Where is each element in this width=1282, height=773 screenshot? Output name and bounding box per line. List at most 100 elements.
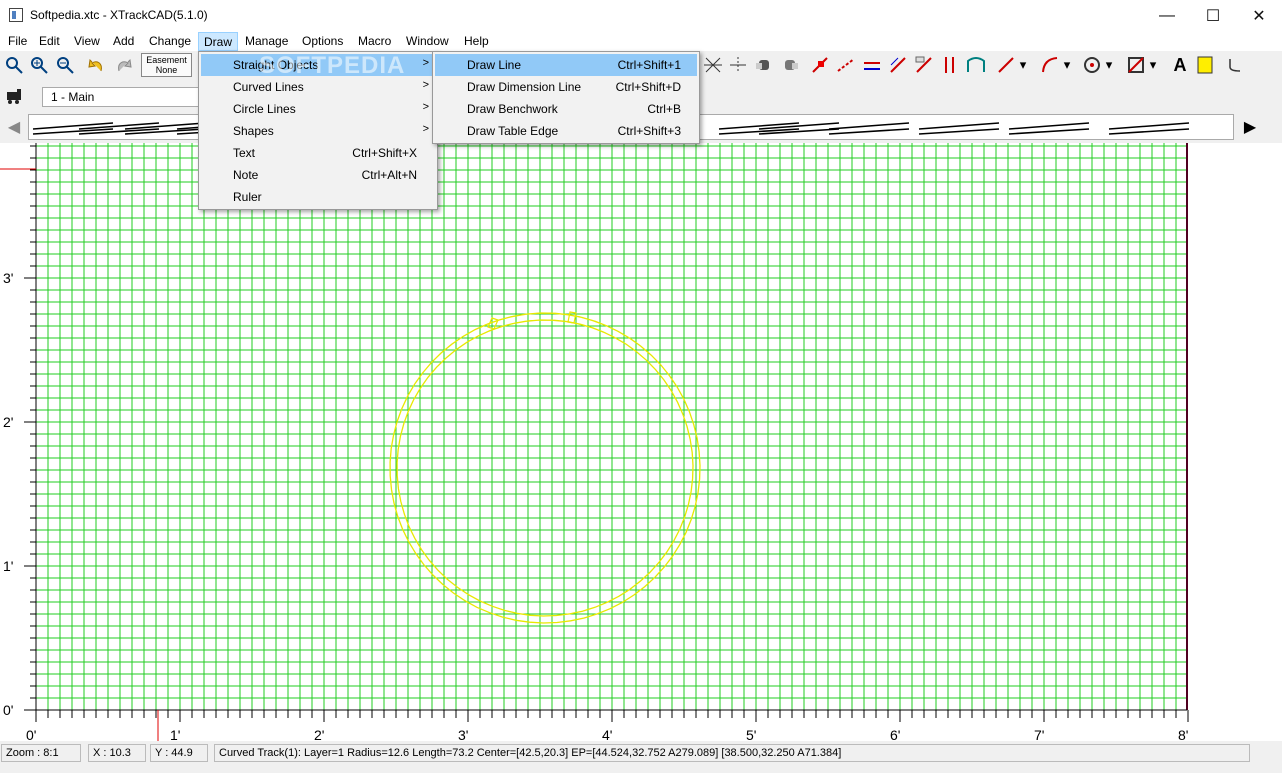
chevron-right-icon: >	[422, 79, 429, 91]
menu-manage[interactable]: Manage	[240, 32, 293, 51]
join-track-icon[interactable]	[726, 53, 750, 77]
turnout-thumbnail	[1008, 128, 1090, 135]
softpedia-watermark: SOFTPEDIA	[259, 52, 406, 79]
menu-add[interactable]: Add	[108, 32, 139, 51]
ruler-label: 3'	[3, 270, 13, 286]
status-bar: Zoom : 8:1 X : 10.3 Y : 44.9 Curved Trac…	[0, 741, 1282, 773]
menu-item-draw-benchwork[interactable]: Draw Benchwork Ctrl+B	[435, 98, 697, 120]
ruler-label: 6'	[890, 727, 900, 741]
turnout-thumbnail	[718, 122, 800, 130]
zoom-in-icon[interactable]	[27, 53, 51, 77]
train-icon[interactable]	[3, 84, 27, 108]
chevron-down-icon[interactable]: ▾	[1016, 53, 1030, 77]
menu-item-label: Draw Line	[467, 58, 522, 72]
zoom-out-icon[interactable]	[53, 53, 77, 77]
ruler-label: 2'	[314, 727, 324, 741]
zoom-readout: Zoom : 8:1	[1, 744, 81, 762]
menu-options[interactable]: Options	[297, 32, 348, 51]
ruler-label: 1'	[3, 558, 13, 574]
menu-view[interactable]: View	[69, 32, 105, 51]
scroll-right-icon[interactable]: ▶	[1237, 114, 1263, 140]
menu-item-label: Draw Dimension Line	[467, 80, 582, 94]
menu-edit[interactable]: Edit	[34, 32, 65, 51]
layout-canvas[interactable]: 0' 1' 2' 3' 4' 5' 6' 7' 8' 0' 1' 2' 3'	[0, 143, 1282, 743]
menu-item-draw-dimension-line[interactable]: Draw Dimension Line Ctrl+Shift+D	[435, 76, 697, 98]
menu-item-shortcut: Ctrl+Shift+3	[617, 124, 681, 138]
ruler-label: 7'	[1034, 727, 1044, 741]
layout-drawing[interactable]: 0' 1' 2' 3' 4' 5' 6' 7' 8' 0' 1' 2' 3'	[0, 143, 1282, 743]
straight-objects-submenu: Draw Line Ctrl+Shift+1 Draw Dimension Li…	[432, 51, 700, 144]
easement-button[interactable]: Easement None	[141, 53, 192, 77]
turnout-thumbnail	[918, 122, 1000, 130]
ruler-icon[interactable]	[1224, 53, 1248, 77]
turnout-thumbnail	[918, 128, 1000, 135]
menu-item-draw-line[interactable]: Draw Line Ctrl+Shift+1	[435, 54, 697, 76]
menu-macro[interactable]: Macro	[353, 32, 396, 51]
menu-window[interactable]: Window	[401, 32, 454, 51]
menu-item-circle-lines[interactable]: Circle Lines >	[201, 98, 435, 120]
x-readout: X : 10.3	[88, 744, 146, 762]
menu-item-label: Note	[233, 168, 259, 182]
ruler-label: 2'	[3, 414, 13, 430]
split-track-icon[interactable]	[701, 53, 725, 77]
menu-item-text[interactable]: Text Ctrl+Shift+X	[201, 142, 435, 164]
tunnel-icon[interactable]	[964, 53, 988, 77]
circle-track-icon[interactable]	[1080, 53, 1104, 77]
move-to-back-icon[interactable]	[752, 53, 776, 77]
menu-help[interactable]: Help	[459, 32, 494, 51]
easement-value: None	[155, 65, 178, 75]
connect-icon[interactable]	[886, 53, 910, 77]
describe-track-icon[interactable]	[808, 53, 832, 77]
ruler-label: 8'	[1178, 727, 1188, 741]
chevron-down-icon[interactable]: ▾	[1102, 53, 1116, 77]
minimize-button[interactable]: —	[1144, 0, 1190, 31]
scroll-left-icon[interactable]: ◀	[1, 114, 27, 140]
zoom-extents-icon[interactable]	[2, 53, 26, 77]
layer-select[interactable]: 1 - Main	[42, 87, 202, 107]
menu-item-shortcut: Ctrl+Shift+X	[352, 146, 417, 160]
menu-item-label: Curved Lines	[233, 80, 304, 94]
maximize-button[interactable]: ☐	[1190, 0, 1236, 31]
curved-track-icon[interactable]	[1038, 53, 1062, 77]
menu-file[interactable]: File	[3, 32, 32, 51]
redo-icon[interactable]	[111, 53, 135, 77]
ruler-label: 0'	[3, 702, 13, 718]
app-icon[interactable]	[9, 8, 23, 22]
ruler-label: 4'	[602, 727, 612, 741]
move-to-front-icon[interactable]	[778, 53, 802, 77]
menu-item-shortcut: Ctrl+Shift+1	[617, 58, 681, 72]
menu-item-label: Text	[233, 146, 256, 160]
turnout-thumbnail	[828, 122, 910, 130]
menu-item-draw-table-edge[interactable]: Draw Table Edge Ctrl+Shift+3	[435, 120, 697, 142]
chevron-down-icon[interactable]: ▾	[1146, 53, 1160, 77]
note-icon[interactable]	[1193, 53, 1217, 77]
text-icon[interactable]: A	[1168, 53, 1192, 77]
menu-draw[interactable]: Draw	[198, 32, 239, 51]
menu-item-shortcut: Ctrl+Alt+N	[361, 168, 417, 182]
chevron-right-icon: >	[422, 123, 429, 135]
menu-item-label: Draw Benchwork	[467, 102, 558, 116]
elevation-icon[interactable]	[834, 53, 858, 77]
ruler-label: 3'	[458, 727, 468, 741]
chevron-down-icon[interactable]: ▾	[1060, 53, 1074, 77]
menu-change[interactable]: Change	[144, 32, 196, 51]
menu-item-label: Circle Lines	[233, 102, 296, 116]
draw-track-icon[interactable]	[994, 53, 1018, 77]
status-message: Curved Track(1): Layer=1 Radius=12.6 Len…	[214, 744, 1250, 762]
window-title: Softpedia.xtc - XTrackCAD(5.1.0)	[30, 8, 208, 22]
chevron-right-icon: >	[422, 57, 429, 69]
turnout-thumbnail	[758, 122, 840, 130]
menu-item-label: Shapes	[233, 124, 274, 138]
turnout-thumbnail	[828, 128, 910, 135]
turnout-thumbnail	[1108, 128, 1190, 135]
box-draw-icon[interactable]	[1124, 53, 1148, 77]
close-button[interactable]: ✕	[1236, 0, 1282, 31]
parts-list-icon[interactable]	[912, 53, 936, 77]
profile-icon[interactable]	[860, 53, 884, 77]
menu-item-ruler[interactable]: Ruler	[201, 186, 435, 208]
menu-item-shapes[interactable]: Shapes >	[201, 120, 435, 142]
ruler-label: 1'	[170, 727, 180, 741]
menu-item-note[interactable]: Note Ctrl+Alt+N	[201, 164, 435, 186]
height-icon[interactable]	[938, 53, 962, 77]
undo-icon[interactable]	[85, 53, 109, 77]
